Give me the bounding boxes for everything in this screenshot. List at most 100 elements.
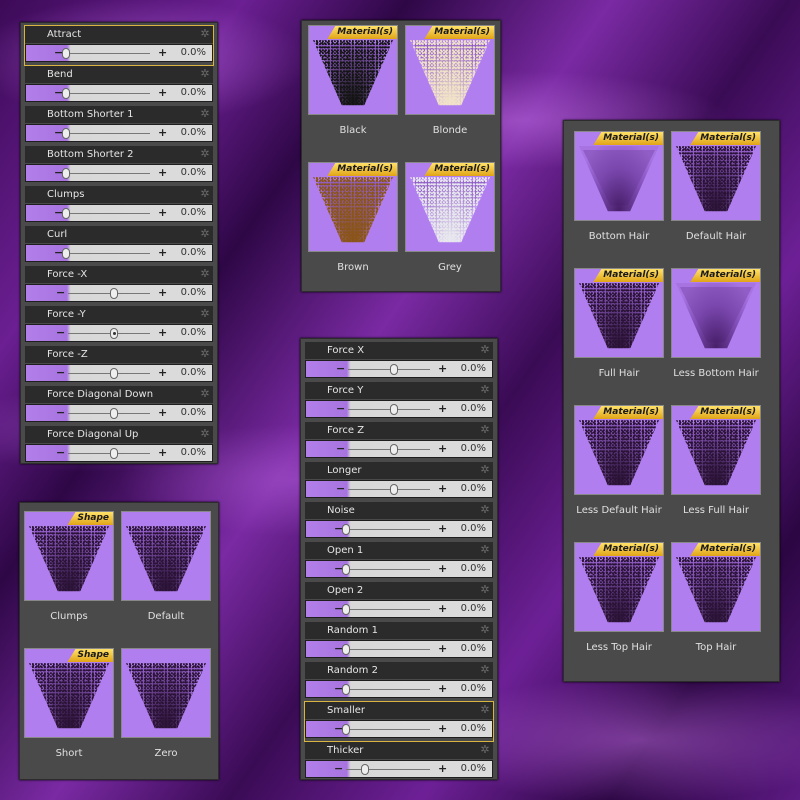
- plus-icon[interactable]: +: [438, 403, 447, 415]
- plus-icon[interactable]: +: [438, 603, 447, 615]
- preset-thumbnail[interactable]: Shape: [24, 648, 114, 738]
- gear-icon[interactable]: ✲: [199, 348, 211, 360]
- slider-bar[interactable]: − +0.0%: [25, 404, 213, 422]
- slider-bar[interactable]: − +0.0%: [25, 364, 213, 382]
- slider-knob[interactable]: [110, 288, 118, 299]
- slider-clumps[interactable]: Clumps ✲ − +0.0%: [25, 186, 213, 225]
- gear-icon[interactable]: ✲: [199, 68, 211, 80]
- gear-icon[interactable]: ✲: [479, 744, 491, 756]
- slider-force-z[interactable]: Force -Z ✲ − +0.0%: [25, 346, 213, 385]
- minus-icon[interactable]: −: [336, 443, 345, 455]
- slider-track[interactable]: [346, 729, 430, 730]
- slider-bar[interactable]: − +0.0%: [305, 400, 493, 418]
- plus-icon[interactable]: +: [158, 367, 167, 379]
- preset-thumbnail[interactable]: Material(s): [308, 25, 398, 115]
- minus-icon[interactable]: −: [56, 407, 65, 419]
- slider-track[interactable]: [66, 133, 150, 134]
- slider-track[interactable]: [346, 529, 430, 530]
- gear-icon[interactable]: ✲: [199, 108, 211, 120]
- preset-thumbnail[interactable]: Material(s): [574, 268, 664, 358]
- minus-icon[interactable]: −: [56, 327, 65, 339]
- slider-track[interactable]: [68, 293, 150, 294]
- slider-knob[interactable]: [62, 88, 70, 99]
- plus-icon[interactable]: +: [158, 47, 167, 59]
- slider-track[interactable]: [348, 489, 430, 490]
- plus-icon[interactable]: +: [158, 287, 167, 299]
- slider-bar[interactable]: − +0.0%: [305, 560, 493, 578]
- slider-force-x[interactable]: Force X ✲ − +0.0%: [305, 342, 493, 381]
- gear-icon[interactable]: ✲: [479, 584, 491, 596]
- gear-icon[interactable]: ✲: [199, 308, 211, 320]
- gear-icon[interactable]: ✲: [479, 384, 491, 396]
- slider-knob[interactable]: [390, 404, 398, 415]
- gear-icon[interactable]: ✲: [199, 28, 211, 40]
- slider-track[interactable]: [66, 53, 150, 54]
- slider-knob[interactable]: [62, 208, 70, 219]
- slider-bar[interactable]: − +0.0%: [305, 640, 493, 658]
- plus-icon[interactable]: +: [158, 327, 167, 339]
- slider-bar[interactable]: − +0.0%: [25, 84, 213, 102]
- slider-bar[interactable]: − +0.0%: [25, 444, 213, 462]
- slider-random-1[interactable]: Random 1 ✲ − +0.0%: [305, 622, 493, 661]
- slider-track[interactable]: [346, 649, 430, 650]
- plus-icon[interactable]: +: [158, 207, 167, 219]
- slider-track[interactable]: [346, 689, 430, 690]
- slider-track[interactable]: [66, 253, 150, 254]
- slider-random-2[interactable]: Random 2 ✲ − +0.0%: [305, 662, 493, 701]
- slider-track[interactable]: [66, 213, 150, 214]
- plus-icon[interactable]: +: [438, 763, 447, 775]
- minus-icon[interactable]: −: [56, 447, 65, 459]
- preset-thumbnail[interactable]: Material(s): [671, 542, 761, 632]
- slider-knob[interactable]: [62, 168, 70, 179]
- slider-knob[interactable]: [62, 128, 70, 139]
- slider-track[interactable]: [346, 609, 430, 610]
- slider-knob[interactable]: [110, 328, 118, 339]
- minus-icon[interactable]: −: [56, 287, 65, 299]
- preset-thumbnail[interactable]: Material(s): [574, 405, 664, 495]
- slider-bar[interactable]: − +0.0%: [25, 244, 213, 262]
- slider-track[interactable]: [348, 369, 430, 370]
- gear-icon[interactable]: ✲: [479, 664, 491, 676]
- slider-bar[interactable]: − +0.0%: [25, 324, 213, 342]
- slider-knob[interactable]: [342, 524, 350, 535]
- plus-icon[interactable]: +: [438, 723, 447, 735]
- preset-thumbnail[interactable]: [121, 648, 211, 738]
- slider-force-diagonal-down[interactable]: Force Diagonal Down ✲ − +0.0%: [25, 386, 213, 425]
- slider-bar[interactable]: − +0.0%: [305, 520, 493, 538]
- preset-thumbnail[interactable]: [121, 511, 211, 601]
- slider-track[interactable]: [68, 373, 150, 374]
- slider-track[interactable]: [68, 333, 150, 334]
- slider-knob[interactable]: [110, 368, 118, 379]
- minus-icon[interactable]: −: [56, 367, 65, 379]
- plus-icon[interactable]: +: [158, 167, 167, 179]
- plus-icon[interactable]: +: [438, 563, 447, 575]
- slider-force-y[interactable]: Force Y ✲ − +0.0%: [305, 382, 493, 421]
- slider-knob[interactable]: [342, 604, 350, 615]
- gear-icon[interactable]: ✲: [199, 428, 211, 440]
- gear-icon[interactable]: ✲: [199, 268, 211, 280]
- plus-icon[interactable]: +: [438, 643, 447, 655]
- slider-bar[interactable]: − +0.0%: [305, 600, 493, 618]
- plus-icon[interactable]: +: [438, 683, 447, 695]
- gear-icon[interactable]: ✲: [199, 228, 211, 240]
- preset-thumbnail[interactable]: Material(s): [671, 268, 761, 358]
- slider-bar[interactable]: − +0.0%: [25, 44, 213, 62]
- slider-knob[interactable]: [62, 48, 70, 59]
- slider-bar[interactable]: − +0.0%: [25, 164, 213, 182]
- preset-thumbnail[interactable]: Material(s): [308, 162, 398, 252]
- slider-smaller[interactable]: Smaller ✲ − +0.0%: [304, 701, 494, 742]
- minus-icon[interactable]: −: [336, 363, 345, 375]
- plus-icon[interactable]: +: [158, 247, 167, 259]
- plus-icon[interactable]: +: [438, 483, 447, 495]
- slider-bar[interactable]: − +0.0%: [305, 720, 493, 738]
- slider-open-1[interactable]: Open 1 ✲ − +0.0%: [305, 542, 493, 581]
- slider-longer[interactable]: Longer ✲ − +0.0%: [305, 462, 493, 501]
- gear-icon[interactable]: ✲: [199, 388, 211, 400]
- minus-icon[interactable]: −: [334, 763, 343, 775]
- slider-force-z[interactable]: Force Z ✲ − +0.0%: [305, 422, 493, 461]
- slider-bar[interactable]: − +0.0%: [305, 760, 493, 778]
- slider-knob[interactable]: [342, 684, 350, 695]
- slider-force-diagonal-up[interactable]: Force Diagonal Up ✲ − +0.0%: [25, 426, 213, 465]
- gear-icon[interactable]: ✲: [199, 188, 211, 200]
- gear-icon[interactable]: ✲: [479, 704, 491, 716]
